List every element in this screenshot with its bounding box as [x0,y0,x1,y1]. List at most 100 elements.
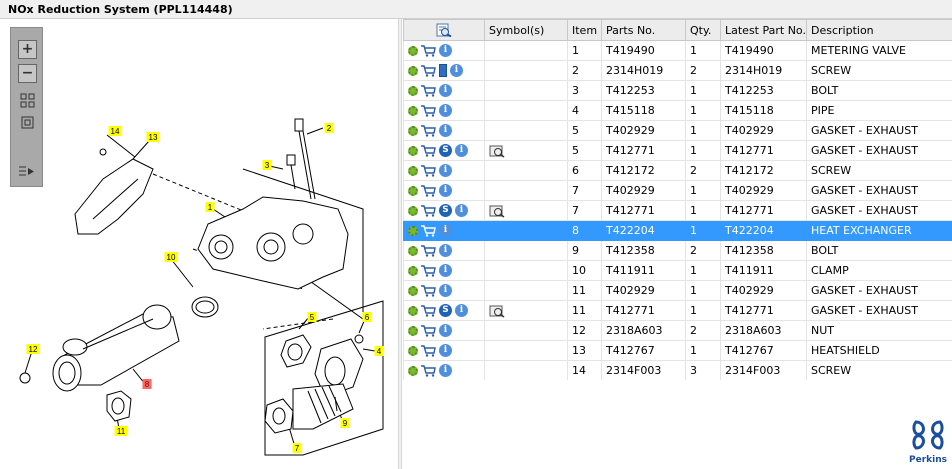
cart-icon[interactable] [421,345,436,357]
cart-icon[interactable] [421,285,436,297]
info-icon[interactable]: i [439,364,452,378]
callout-2[interactable]: 2 [324,123,334,133]
cart-icon[interactable] [421,145,436,157]
table-row[interactable]: i 5 T402929 1 T402929 GASKET - EXHAUST [403,120,952,141]
info-icon[interactable]: i [439,124,452,138]
info-icon[interactable]: i [455,144,468,158]
cart-icon[interactable] [421,265,436,277]
cart-icon[interactable] [421,125,436,137]
gear-icon[interactable] [408,145,418,156]
table-row[interactable]: i 10 T411911 1 T411911 CLAMP [403,260,952,281]
table-row[interactable]: Si 5 T412771 1 T412771 GASKET - EXHAUST [403,140,952,161]
book-icon[interactable] [439,64,447,78]
info-icon[interactable]: i [439,264,452,278]
gear-icon[interactable] [408,105,418,116]
callout-12[interactable]: 12 [26,344,40,354]
col-description[interactable]: Description [806,19,952,41]
info-icon[interactable]: i [455,204,468,218]
gear-icon[interactable] [408,305,418,316]
table-row[interactable]: i 4 T415118 1 T415118 PIPE [403,100,952,121]
table-row[interactable]: i 7 T402929 1 T402929 GASKET - EXHAUST [403,180,952,201]
gear-icon[interactable] [408,245,418,256]
gear-icon[interactable] [408,325,418,336]
callout-13[interactable]: 13 [146,132,160,142]
info-icon[interactable]: i [439,224,452,238]
gear-icon[interactable] [408,225,418,236]
info-icon[interactable]: i [439,284,452,298]
info-icon[interactable]: i [439,84,452,98]
table-row[interactable]: i 2 2314H019 2 2314H019 SCREW [403,60,952,81]
info-icon[interactable]: i [450,64,463,78]
search-list-header[interactable] [403,19,485,41]
table-row[interactable]: i 9 T412358 2 T412358 BOLT [403,240,952,261]
symbol-icon[interactable] [489,304,505,318]
gear-icon[interactable] [408,165,418,176]
callout-7[interactable]: 7 [292,443,302,453]
info-icon[interactable]: i [439,244,452,258]
cart-icon[interactable] [421,45,436,57]
actual-size-icon[interactable] [18,114,37,133]
gear-icon[interactable] [408,365,418,376]
gear-icon[interactable] [408,285,418,296]
diagram-panel[interactable]: 1 2 3 4 5 6 7 8 9 10 11 12 13 14 + − [3,19,397,469]
gear-icon[interactable] [408,205,418,216]
table-row[interactable]: i 8 T422204 1 T422204 HEAT EXCHANGER [403,220,952,241]
cart-icon[interactable] [421,365,436,377]
cart-icon[interactable] [421,165,436,177]
gear-icon[interactable] [408,185,418,196]
table-row[interactable]: i 1 T419490 1 T419490 METERING VALVE [403,40,952,61]
table-row[interactable]: Si 11 T412771 1 T412771 GASKET - EXHAUST [403,300,952,321]
callout-8[interactable]: 8 [142,379,152,389]
s-icon[interactable]: S [439,144,452,158]
zoom-out-icon[interactable]: − [18,64,37,83]
zoom-in-icon[interactable]: + [18,40,37,59]
cart-icon[interactable] [421,105,436,117]
info-icon[interactable]: i [439,324,452,338]
table-row[interactable]: i 14 2314F003 3 2314F003 SCREW [403,360,952,380]
table-row[interactable]: i 11 T402929 1 T402929 GASKET - EXHAUST [403,280,952,301]
s-icon[interactable]: S [439,304,452,318]
gear-icon[interactable] [408,65,418,76]
cart-icon[interactable] [421,245,436,257]
cart-icon[interactable] [421,65,436,77]
info-icon[interactable]: i [439,184,452,198]
table-row[interactable]: i 6 T412172 2 T412172 SCREW [403,160,952,181]
callout-6[interactable]: 6 [362,312,372,322]
callout-5[interactable]: 5 [307,312,317,322]
cart-icon[interactable] [421,325,436,337]
table-row[interactable]: i 12 2318A603 2 2318A603 NUT [403,320,952,341]
cart-icon[interactable] [421,305,436,317]
cart-icon[interactable] [421,185,436,197]
info-icon[interactable]: i [439,44,452,58]
info-icon[interactable]: i [455,304,468,318]
col-symbols[interactable]: Symbol(s) [484,19,568,41]
gear-icon[interactable] [408,345,418,356]
callout-11[interactable]: 11 [114,426,128,436]
gear-icon[interactable] [408,45,418,56]
fit-page-icon[interactable] [18,92,37,111]
gear-icon[interactable] [408,265,418,276]
gear-icon[interactable] [408,85,418,96]
table-row[interactable]: i 13 T412767 1 T412767 HEATSHIELD [403,340,952,361]
cart-icon[interactable] [421,205,436,217]
callout-9[interactable]: 9 [340,418,350,428]
info-icon[interactable]: i [439,164,452,178]
table-row[interactable]: Si 7 T412771 1 T412771 GASKET - EXHAUST [403,200,952,221]
info-icon[interactable]: i [439,104,452,118]
col-latest-part-no[interactable]: Latest Part No. [720,19,807,41]
info-icon[interactable]: i [439,344,452,358]
col-qty[interactable]: Qty. [685,19,721,41]
callout-14[interactable]: 14 [108,126,122,136]
callout-4[interactable]: 4 [374,346,384,356]
callout-10[interactable]: 10 [164,252,178,262]
symbol-icon[interactable] [489,144,505,158]
callout-3[interactable]: 3 [262,160,272,170]
col-parts-no[interactable]: Parts No. [601,19,686,41]
gear-icon[interactable] [408,125,418,136]
symbol-icon[interactable] [489,204,505,218]
search-list-icon[interactable] [436,23,452,37]
table-row[interactable]: i 3 T412253 1 T412253 BOLT [403,80,952,101]
s-icon[interactable]: S [439,204,452,218]
col-item[interactable]: Item [567,19,602,41]
toggle-list-icon[interactable] [18,164,37,183]
